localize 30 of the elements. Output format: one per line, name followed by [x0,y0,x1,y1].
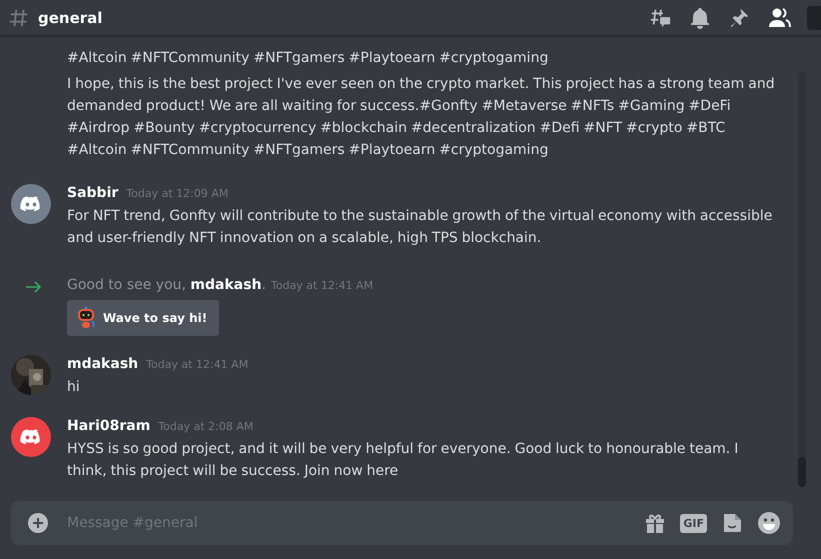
username[interactable]: Hari08ram [67,415,150,437]
add-icon[interactable] [27,512,49,534]
message-text: I hope, this is the best project I've ever seen on the crypto market. This project has a strong team and demanded product! We are all waiting for success.#Gonfty #Metaverse #NFTs #Gaming #DeFi #Airdrop #Bounty #cryptocurrency #blockchain #decentralization #Defi #NFT #crypto #BTC #Altcoin #NFTCommunity #NFTgamers #Playtoearn #cryptogaming [67,75,776,160]
search-field[interactable] [807,6,821,30]
message-text: hi [67,378,81,397]
timestamp: Today at 12:41 AM [146,357,248,373]
message-text: HYSS is so good project, and it will be very helpful for everyone. Good luck to honourable team. I think, this project will be success. Join now here [67,440,740,481]
username[interactable]: mdakash [67,353,138,375]
join-message: Good to see you, mdakash. [67,276,266,295]
threads-icon[interactable] [650,6,672,28]
gift-icon[interactable] [644,512,666,534]
gif-button[interactable]: GIF [680,514,707,532]
emoji-icon[interactable] [757,511,781,535]
hash-icon [8,6,30,28]
wave-button[interactable]: Wave to say hi! [67,300,220,336]
channel-name: general [38,8,104,26]
timestamp: Today at 2:08 AM [158,419,254,435]
timestamp: Today at 12:09 AM [126,186,228,202]
sticker-icon[interactable] [721,512,743,534]
scrollbar[interactable] [798,72,806,487]
message-text: For NFT trend, Gonfty will contribute to the sustainable growth of the virtual economy with accessible and user-friendly NFT innovation on a scalable, high TPS blockchain. [67,207,774,248]
username[interactable]: Sabbir [67,182,118,204]
members-icon[interactable] [768,6,792,28]
avatar[interactable] [11,184,51,224]
avatar[interactable] [11,417,51,457]
bell-icon[interactable] [690,6,710,28]
timestamp: Today at 12:41 AM [271,279,374,292]
robot-icon [75,306,97,330]
message-text: #Altcoin #NFTCommunity #NFTgamers #Playtoearn #cryptogaming [67,49,550,68]
pin-icon[interactable] [728,6,750,28]
